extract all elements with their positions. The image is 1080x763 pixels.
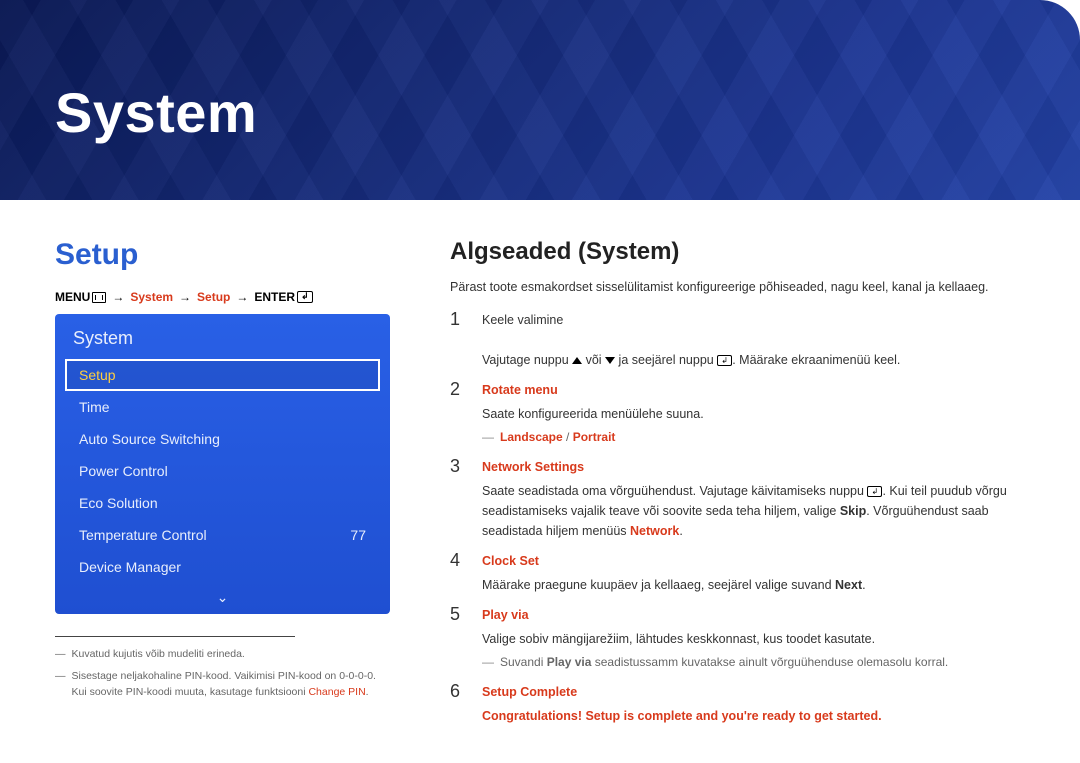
breadcrumb-enter: ENTER — [254, 290, 295, 304]
footnote: ― Sisestage neljakohaline PIN-kood. Vaik… — [55, 669, 390, 701]
enter-icon — [867, 486, 882, 497]
osd-menu-item-setup[interactable]: Setup — [65, 359, 380, 391]
page-heading: Algseaded (System) — [450, 238, 1025, 266]
step-number: 6 — [450, 682, 468, 726]
footnote-text: Kuvatud kujutis võib mudeliti erineda. — [72, 647, 245, 663]
breadcrumb-arrow: → — [236, 290, 248, 304]
step-1: 1 Keele valimine Vajutage nuppu või ja s… — [450, 310, 1025, 370]
step-sub: ― Landscape / Portrait — [482, 428, 1025, 447]
breadcrumb: MENU → System → Setup → ENTER — [55, 290, 390, 304]
osd-menu-item-time[interactable]: Time — [65, 391, 380, 423]
chapter-banner: System — [0, 0, 1080, 200]
left-column: Setup MENU → System → Setup → ENTER Syst… — [55, 238, 390, 736]
osd-menu-item-eco-solution[interactable]: Eco Solution — [65, 487, 380, 519]
step-body: Setup Complete Congratulations! Setup is… — [482, 682, 1025, 726]
intro-text: Pärast toote esmakordset sisselülitamist… — [450, 280, 1025, 294]
step-3: 3 Network Settings Saate seadistada oma … — [450, 457, 1025, 541]
osd-menu-item-label: Power Control — [79, 463, 168, 479]
step-number: 2 — [450, 380, 468, 447]
chapter-title: System — [0, 0, 1080, 145]
step-heading: Clock Set — [482, 551, 1025, 571]
osd-menu-item-device-manager[interactable]: Device Manager — [65, 551, 380, 583]
step-sub: ― Suvandi Play via seadistussamm kuvatak… — [482, 653, 1025, 672]
step-number: 5 — [450, 605, 468, 672]
osd-menu-item-label: Auto Source Switching — [79, 431, 220, 447]
step-body: Network Settings Saate seadistada oma võ… — [482, 457, 1025, 541]
step-heading: Setup Complete — [482, 682, 1025, 702]
step-number: 1 — [450, 310, 468, 370]
osd-scroll-down-icon[interactable]: ⌄ — [65, 583, 380, 608]
right-column: Algseaded (System) Pärast toote esmakord… — [450, 238, 1025, 736]
osd-menu-item-label: Setup — [79, 367, 116, 383]
content-area: Setup MENU → System → Setup → ENTER Syst… — [0, 200, 1080, 736]
osd-menu-item-auto-source[interactable]: Auto Source Switching — [65, 423, 380, 455]
footnote-dash: ― — [55, 669, 66, 701]
step-heading: Play via — [482, 605, 1025, 625]
breadcrumb-menu: MENU — [55, 290, 90, 304]
step-heading: Network Settings — [482, 457, 1025, 477]
step-complete-message: Congratulations! Setup is complete and y… — [482, 709, 882, 723]
step-body: Clock Set Määrake praegune kuupäev ja ke… — [482, 551, 1025, 595]
step-heading: Rotate menu — [482, 380, 1025, 400]
osd-menu-title: System — [65, 324, 380, 359]
footnote-text: Sisestage neljakohaline PIN-kood. Vaikim… — [72, 669, 376, 701]
section-title-setup: Setup — [55, 238, 390, 272]
step-body: Play via Valige sobiv mängijarežiim, läh… — [482, 605, 1025, 672]
enter-icon — [717, 355, 732, 366]
footnote-dash: ― — [55, 647, 66, 663]
osd-menu-item-label: Device Manager — [79, 559, 181, 575]
breadcrumb-arrow: → — [179, 290, 191, 304]
breadcrumb-system: System — [130, 290, 173, 304]
enter-icon — [297, 291, 313, 303]
footnote: ― Kuvatud kujutis võib mudeliti erineda. — [55, 647, 390, 663]
footnote-divider — [55, 636, 295, 637]
step-number: 4 — [450, 551, 468, 595]
up-icon — [572, 357, 582, 364]
step-4: 4 Clock Set Määrake praegune kuupäev ja … — [450, 551, 1025, 595]
step-2: 2 Rotate menu Saate konfigureerida menüü… — [450, 380, 1025, 447]
breadcrumb-setup: Setup — [197, 290, 230, 304]
osd-menu-item-label: Temperature Control — [79, 527, 207, 543]
step-body: Rotate menu Saate konfigureerida menüüle… — [482, 380, 1025, 447]
step-6: 6 Setup Complete Congratulations! Setup … — [450, 682, 1025, 726]
osd-menu-item-temperature[interactable]: Temperature Control 77 — [65, 519, 380, 551]
step-body: Keele valimine Vajutage nuppu või ja see… — [482, 310, 1025, 370]
osd-menu-item-power-control[interactable]: Power Control — [65, 455, 380, 487]
osd-menu-item-value: 77 — [350, 527, 366, 543]
osd-menu-item-label: Time — [79, 399, 110, 415]
down-icon — [605, 357, 615, 364]
menu-icon — [92, 292, 106, 303]
breadcrumb-arrow: → — [112, 290, 124, 304]
step-number: 3 — [450, 457, 468, 541]
osd-menu-panel: System Setup Time Auto Source Switching … — [55, 314, 390, 614]
osd-menu-item-label: Eco Solution — [79, 495, 158, 511]
step-5: 5 Play via Valige sobiv mängijarežiim, l… — [450, 605, 1025, 672]
